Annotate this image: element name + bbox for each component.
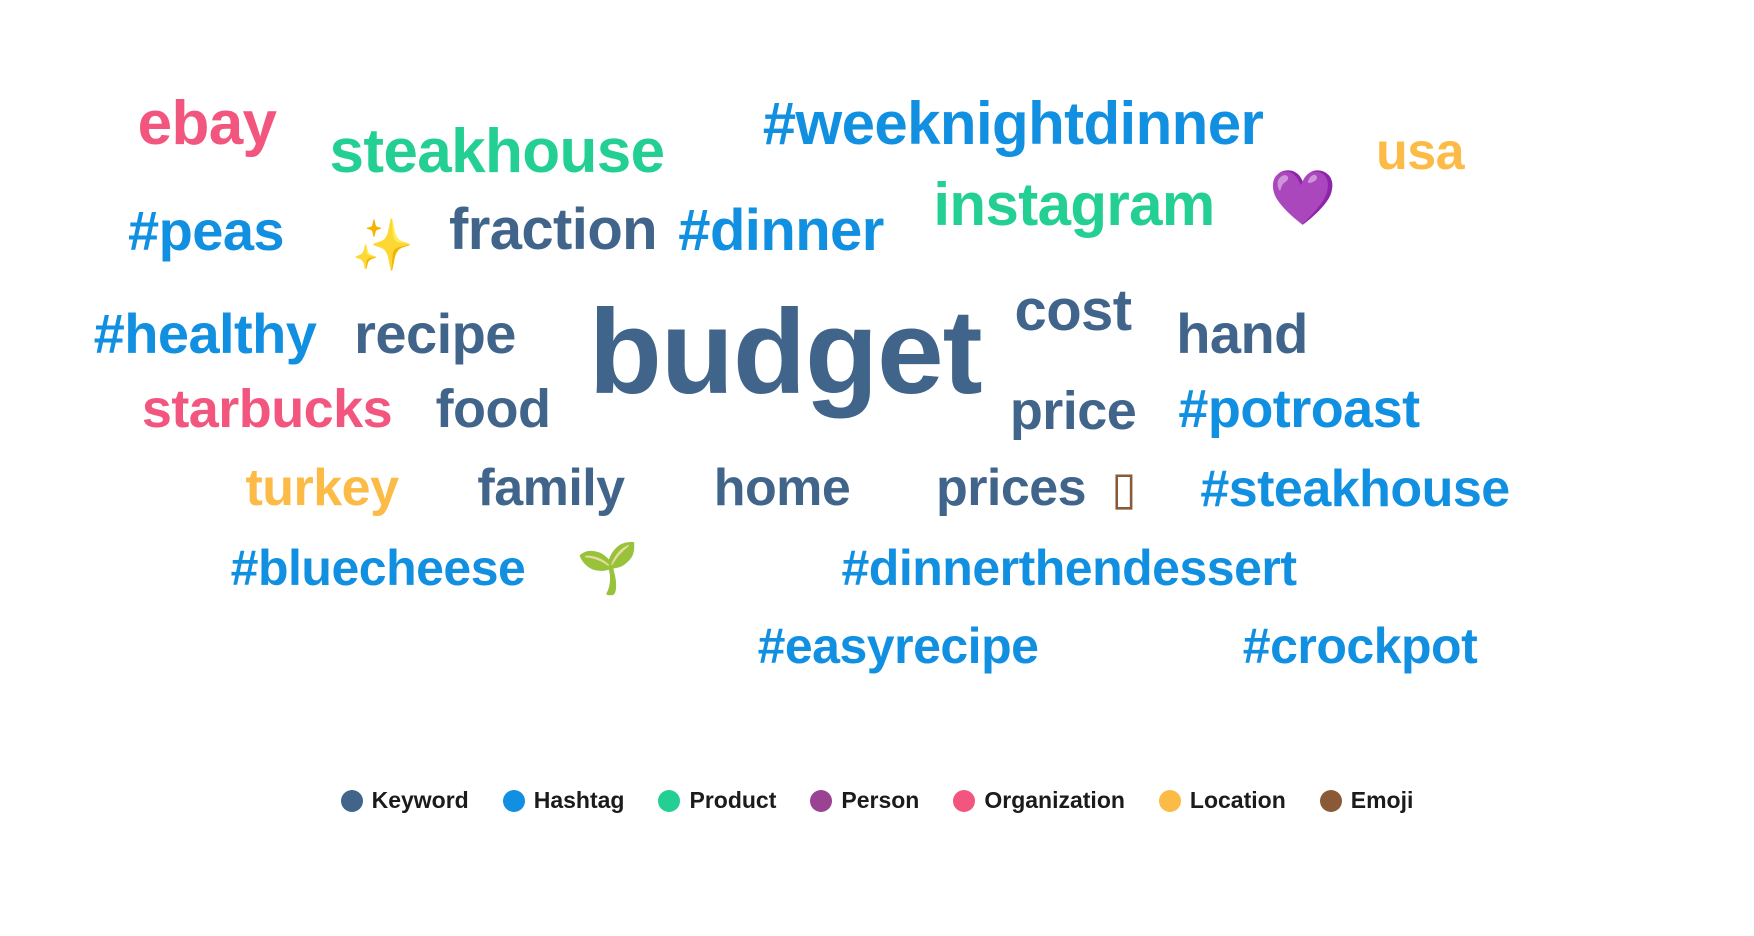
cloud-word[interactable]: recipe xyxy=(354,306,516,362)
cloud-word[interactable]: home xyxy=(714,462,851,514)
legend-label-product: Product xyxy=(689,787,777,813)
cloud-word[interactable]: #dinnerthendessert xyxy=(841,543,1297,593)
legend-item-person[interactable]: Person xyxy=(810,787,919,814)
cloud-word[interactable]: #crockpot xyxy=(1243,621,1478,671)
cloud-word[interactable]: #bluecheese xyxy=(231,543,526,593)
legend-label-keyword: Keyword xyxy=(371,787,469,813)
cloud-word[interactable]: ebay xyxy=(138,93,277,155)
sparkles-emoji: ✨ xyxy=(351,216,415,274)
cloud-word[interactable]: budget xyxy=(589,292,983,412)
cloud-word[interactable]: #weeknightdinner xyxy=(763,94,1264,154)
cloud-word[interactable]: steakhouse xyxy=(330,121,666,183)
cloud-word[interactable]: #healthy xyxy=(94,306,317,362)
cloud-word[interactable]: #potroast xyxy=(1178,382,1420,436)
legend-swatch-keyword xyxy=(340,789,363,812)
legend-label-location: Location xyxy=(1189,787,1286,813)
cloud-word[interactable]: #easyrecipe xyxy=(758,621,1039,671)
cloud-word[interactable]: starbucks xyxy=(142,382,393,436)
cloud-word[interactable]: turkey xyxy=(246,462,399,514)
cloud-word[interactable]: instagram xyxy=(933,175,1215,235)
legend-swatch-person xyxy=(810,789,833,812)
cloud-word[interactable]: usa xyxy=(1376,126,1465,178)
legend-swatch-organization xyxy=(953,789,976,812)
legend-item-location[interactable]: Location xyxy=(1158,787,1286,814)
legend-label-person: Person xyxy=(841,787,920,813)
legend-swatch-product xyxy=(658,789,681,812)
legend-item-keyword[interactable]: Keyword xyxy=(340,787,469,814)
cloud-word[interactable]: #dinner xyxy=(678,202,884,260)
legend-swatch-location xyxy=(1158,789,1181,812)
cloud-word[interactable]: price xyxy=(1010,384,1137,438)
legend-label-hashtag: Hashtag xyxy=(533,787,625,813)
wordcloud-page: ebay steakhouse #weeknightdinner usa #peas fr… xyxy=(0,0,1754,936)
legend-swatch-hashtag xyxy=(502,789,525,812)
legend: Keyword Hashtag Product Person Organization L… xyxy=(0,787,1754,814)
legend-item-hashtag[interactable]: Hashtag xyxy=(502,787,625,814)
legend-swatch-emoji xyxy=(1319,789,1342,812)
cloud-word[interactable]: fraction xyxy=(449,201,658,259)
legend-item-emoji[interactable]: Emoji xyxy=(1319,787,1414,814)
cloud-word[interactable]: prices xyxy=(936,462,1087,514)
cloud-word[interactable]: #peas xyxy=(128,203,285,259)
legend-label-organization: Organization xyxy=(984,787,1125,813)
legend-label-emoji: Emoji xyxy=(1350,787,1414,813)
tofu-box-emoji: ▯ xyxy=(1111,461,1137,515)
cloud-word[interactable]: food xyxy=(436,382,551,436)
cloud-word[interactable]: cost xyxy=(1015,282,1133,340)
cloud-word[interactable]: hand xyxy=(1176,306,1308,362)
cloud-word[interactable]: family xyxy=(477,462,625,514)
purple-heart-emoji: 💜 xyxy=(1269,166,1337,229)
seedling-emoji: 🌱 xyxy=(576,539,640,597)
legend-item-product[interactable]: Product xyxy=(658,787,776,814)
cloud-word[interactable]: #steakhouse xyxy=(1200,463,1510,515)
wordcloud-canvas: ebay steakhouse #weeknightdinner usa #peas fr… xyxy=(0,0,1754,820)
legend-item-organization[interactable]: Organization xyxy=(953,787,1125,814)
